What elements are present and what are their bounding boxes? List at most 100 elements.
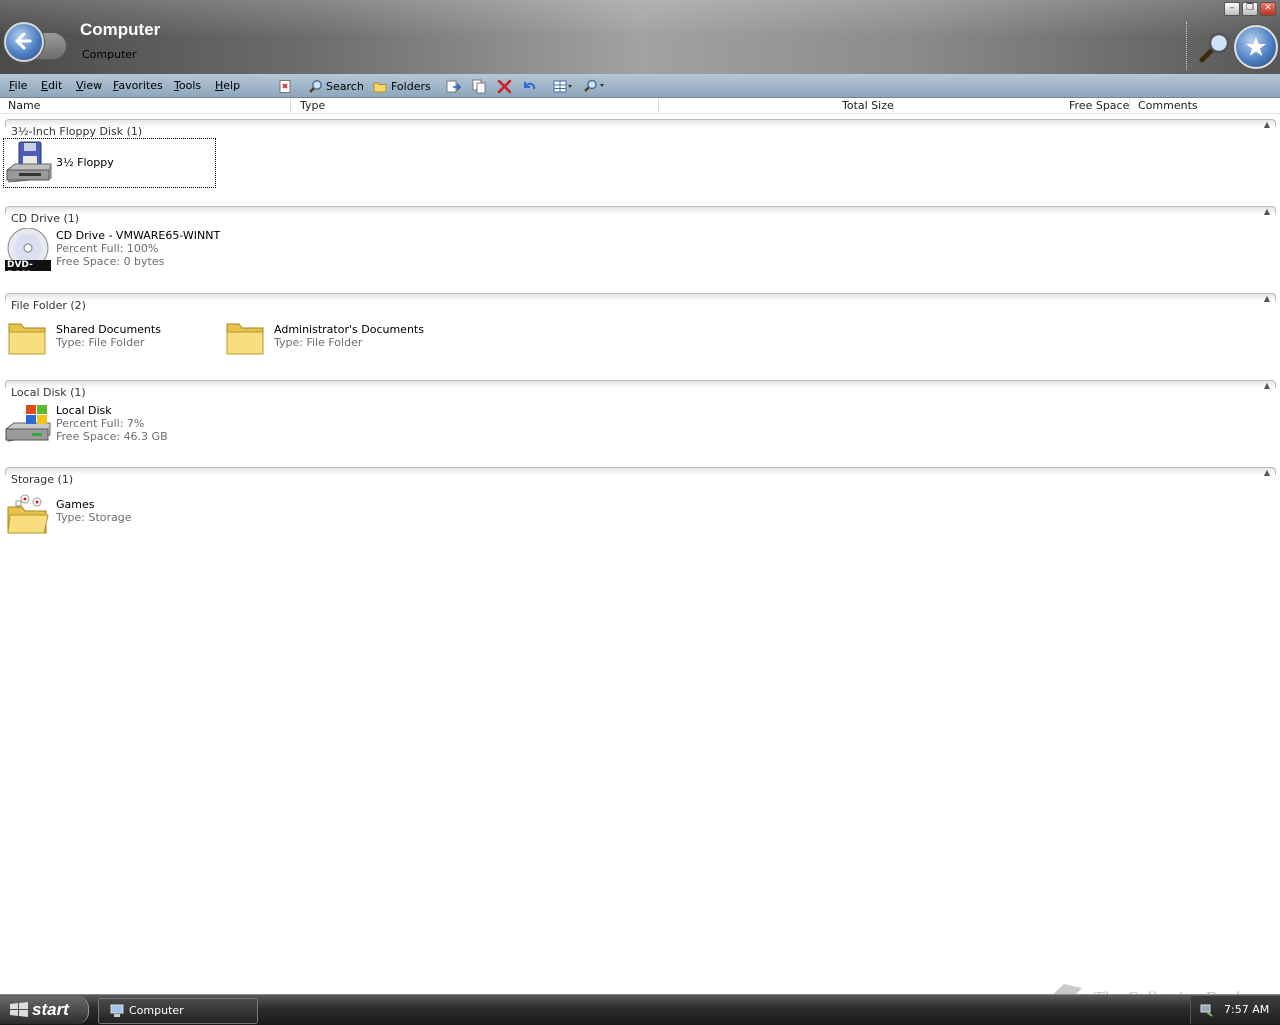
group-header-floppy[interactable]: 3½-Inch Floppy Disk (1) ▲ [5, 119, 1276, 138]
column-divider[interactable] [893, 98, 894, 112]
folders-label: Folders [391, 79, 431, 93]
back-button[interactable] [4, 22, 44, 62]
undo-button[interactable] [521, 78, 537, 94]
search-magnifier-icon[interactable] [1198, 30, 1232, 67]
views-button[interactable] [553, 78, 573, 94]
menu-file[interactable]: File [9, 79, 27, 92]
group-title: Local Disk (1) [11, 386, 86, 399]
column-name[interactable]: Name [8, 99, 40, 112]
taskbar-button-computer[interactable]: Computer [98, 998, 258, 1024]
column-type[interactable]: Type [300, 99, 325, 112]
collapse-chevron-icon[interactable]: ▲ [1264, 120, 1270, 129]
delete-icon [497, 79, 512, 93]
menu-view[interactable]: View [76, 79, 102, 92]
menu-tools[interactable]: Tools [174, 79, 201, 92]
move-to-button[interactable] [446, 78, 462, 94]
item-type: Type: File Folder [274, 336, 363, 349]
group-line [5, 467, 1276, 475]
star-icon [1246, 37, 1266, 56]
folder-icon [225, 320, 265, 359]
item-free-space: Free Space: 46.3 GB [56, 430, 168, 443]
collapse-chevron-icon[interactable]: ▲ [1264, 468, 1270, 477]
close-button[interactable]: ✕ [1260, 2, 1276, 16]
group-line [5, 293, 1276, 301]
group-title: File Folder (2) [11, 299, 86, 312]
taskbar: start Computer 7:57 AM [0, 994, 1280, 1025]
group-title: 3½-Inch Floppy Disk (1) [11, 125, 143, 138]
list-item-cd-drive[interactable]: DVD-ROM CD Drive - VMWARE65-WINNT Percen… [4, 227, 224, 280]
group-header-file-folder[interactable]: File Folder (2) ▲ [5, 293, 1276, 312]
column-divider[interactable] [1129, 98, 1130, 112]
column-comments[interactable]: Comments [1138, 99, 1198, 112]
move-to-icon [446, 80, 462, 92]
column-free-space[interactable]: Free Space [1069, 99, 1129, 112]
group-line [5, 119, 1276, 127]
collapse-chevron-icon[interactable]: ▲ [1264, 207, 1270, 216]
stop-button[interactable] [279, 78, 292, 94]
group-line [5, 380, 1276, 388]
floppy-drive-icon [5, 140, 53, 189]
taskbar-button-label: Computer [129, 1004, 184, 1017]
item-type: Type: File Folder [56, 336, 145, 349]
item-percent-full: Percent Full: 100% [56, 242, 159, 255]
group-title: Storage (1) [11, 473, 74, 486]
minimize-button[interactable]: – [1224, 2, 1240, 16]
item-name: 3½ Floppy [56, 156, 114, 169]
menu-edit[interactable]: Edit [41, 79, 62, 92]
search-options-button[interactable] [583, 78, 605, 94]
undo-icon [524, 81, 536, 89]
local-disk-icon [4, 403, 52, 448]
games-folder-icon [6, 491, 50, 538]
item-name: Administrator's Documents [274, 323, 424, 336]
favorites-button[interactable] [1234, 25, 1278, 69]
menu-favorites[interactable]: Favorites [113, 79, 163, 92]
folders-button[interactable]: Folders [373, 78, 431, 94]
network-tray-icon[interactable] [1199, 1002, 1215, 1018]
list-item-shared-documents[interactable]: Shared Documents Type: File Folder [4, 318, 214, 358]
item-type: Type: Storage [56, 511, 132, 524]
group-header-storage[interactable]: Storage (1) ▲ [5, 467, 1276, 486]
restore-button[interactable]: ❐ [1242, 2, 1258, 16]
column-header: Name Type Total Size Free Space Comments [0, 98, 1280, 114]
list-item-floppy[interactable]: 3½ Floppy [3, 138, 216, 188]
start-button[interactable]: start [0, 996, 89, 1024]
start-label: start [32, 1000, 69, 1019]
item-free-space: Free Space: 0 bytes [56, 255, 165, 268]
window-subtitle: Computer [82, 48, 137, 61]
copy-to-button[interactable] [472, 78, 488, 94]
system-tray: 7:57 AM [1190, 996, 1280, 1024]
list-item-local-disk[interactable]: Local Disk Percent Full: 7% Free Space: … [4, 403, 204, 447]
column-total-size[interactable]: Total Size [842, 99, 894, 112]
column-divider[interactable] [658, 98, 659, 112]
window-header: Computer Computer – ❐ ✕ [0, 0, 1280, 74]
item-name: Games [56, 498, 95, 511]
window-title: Computer [80, 20, 161, 39]
collapse-chevron-icon[interactable]: ▲ [1264, 294, 1270, 303]
column-divider[interactable] [290, 98, 291, 112]
search-button[interactable]: Search [308, 78, 364, 94]
search-label: Search [326, 79, 364, 93]
dvd-rom-badge: DVD-ROM [7, 260, 33, 280]
list-item-administrators-documents[interactable]: Administrator's Documents Type: File Fol… [222, 318, 462, 358]
list-item-games[interactable]: Games Type: Storage [4, 491, 204, 535]
group-title: CD Drive (1) [11, 212, 80, 225]
header-separator [1186, 22, 1187, 70]
folders-icon [373, 82, 387, 92]
back-arrow-icon [15, 32, 32, 50]
windows-logo-icon [10, 1002, 28, 1017]
group-header-cd-drive[interactable]: CD Drive (1) ▲ [5, 206, 1276, 225]
item-percent-full: Percent Full: 7% [56, 417, 145, 430]
group-line [5, 206, 1276, 214]
copy-to-icon [472, 79, 486, 93]
group-header-local-disk[interactable]: Local Disk (1) ▲ [5, 380, 1276, 399]
clock[interactable]: 7:57 AM [1224, 1003, 1269, 1016]
delete-button[interactable] [497, 78, 512, 94]
menu-bar: File Edit View Favorites Tools Help Sear… [0, 74, 1280, 98]
search-dropdown-icon [584, 79, 604, 92]
views-grid-icon [553, 80, 572, 92]
item-name: Local Disk [56, 404, 112, 417]
menu-help[interactable]: Help [215, 79, 240, 92]
window-controls: – ❐ ✕ [1224, 2, 1276, 16]
collapse-chevron-icon[interactable]: ▲ [1264, 381, 1270, 390]
header-gloss [0, 0, 1280, 34]
